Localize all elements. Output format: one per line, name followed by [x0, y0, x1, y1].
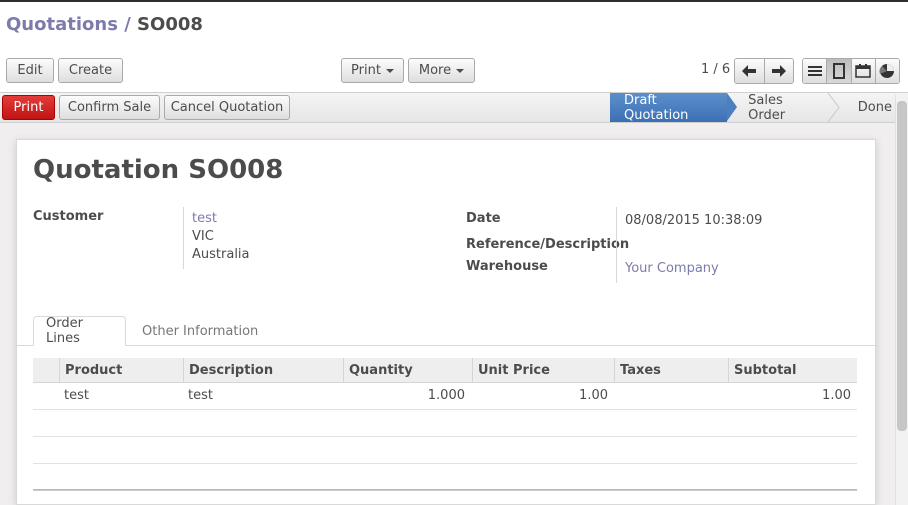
- cell-subtotal: 1.00: [822, 388, 851, 403]
- chevron-down-icon: [385, 68, 394, 73]
- stage-sales-order-label: Sales Order: [748, 92, 786, 123]
- table-row-empty[interactable]: [33, 437, 857, 464]
- status-stages: Draft Quotation Sales Order Done: [610, 92, 908, 123]
- order-lines-table: Product Description Quantity Unit Price …: [33, 358, 857, 491]
- more-dropdown-label: More: [418, 63, 452, 78]
- print-dropdown-label: Print: [351, 63, 381, 78]
- column-header-description[interactable]: Description: [183, 358, 273, 383]
- print-dropdown-button[interactable]: Print: [341, 58, 404, 83]
- cell-description: test: [188, 388, 213, 403]
- page-title-reference: SO008: [188, 155, 284, 185]
- list-view-icon: [807, 66, 822, 76]
- breadcrumb-current: SO008: [137, 14, 203, 35]
- warehouse-link[interactable]: Your Company: [625, 261, 719, 276]
- pager-value: 1 / 6: [701, 62, 731, 77]
- more-dropdown-button[interactable]: More: [408, 58, 475, 83]
- warehouse-label: Warehouse: [466, 259, 548, 274]
- arrow-left-icon: [742, 65, 757, 77]
- view-switcher: [802, 58, 900, 84]
- column-header-quantity[interactable]: Quantity: [343, 358, 413, 383]
- breadcrumb-quotations-link[interactable]: Quotations: [6, 14, 118, 35]
- edit-button[interactable]: Edit: [6, 58, 54, 83]
- create-button[interactable]: Create: [58, 58, 123, 83]
- table-footer: [33, 489, 857, 491]
- column-header-product[interactable]: Product: [59, 358, 122, 383]
- stage-sales-order[interactable]: Sales Order: [727, 92, 840, 123]
- reference-label: Reference/Description: [466, 237, 630, 252]
- pager-next-button[interactable]: [763, 59, 793, 83]
- table-row[interactable]: test test 1.000 1.00 1.00: [33, 383, 857, 410]
- stage-draft-quotation-label: Draft Quotation: [624, 92, 689, 123]
- pager-buttons: [734, 58, 794, 84]
- table-row-empty[interactable]: [33, 410, 857, 437]
- graph-view-icon: [879, 64, 895, 78]
- cell-unit-price: 1.00: [579, 388, 608, 403]
- stage-draft-quotation[interactable]: Draft Quotation: [610, 92, 738, 123]
- date-value[interactable]: 08/08/2015 10:38:09: [625, 213, 762, 228]
- cancel-quotation-button[interactable]: Cancel Quotation: [164, 95, 290, 120]
- scrollbar-thumb[interactable]: [897, 101, 907, 431]
- calendar-view-button[interactable]: [850, 59, 875, 83]
- column-header-taxes[interactable]: Taxes: [614, 358, 661, 383]
- page-title-prefix: Quotation: [33, 155, 180, 185]
- column-header-subtotal[interactable]: Subtotal: [728, 358, 797, 383]
- date-label: Date: [466, 211, 501, 226]
- customer-divider: [183, 207, 184, 269]
- stage-done-label: Done: [857, 100, 892, 115]
- stage-divider-icon: [827, 93, 840, 122]
- info-divider: [616, 207, 617, 283]
- customer-state: VIC: [192, 229, 214, 244]
- breadcrumb-separator: /: [124, 14, 131, 35]
- calendar-view-icon: [855, 64, 871, 78]
- breadcrumb: Quotations / SO008: [6, 14, 203, 35]
- list-view-button[interactable]: [803, 59, 827, 83]
- page-title: Quotation SO008: [33, 155, 283, 185]
- form-view-button[interactable]: [826, 59, 851, 83]
- pager-previous-button[interactable]: [735, 59, 764, 83]
- customer-name-link[interactable]: test: [192, 211, 217, 226]
- status-bar: Print Confirm Sale Cancel Quotation Draf…: [0, 92, 908, 123]
- chevron-down-icon: [456, 68, 465, 73]
- tab-order-lines[interactable]: Order Lines: [33, 316, 126, 346]
- cell-product: test: [64, 388, 89, 403]
- form-view-icon: [832, 63, 845, 79]
- print-button[interactable]: Print: [2, 95, 55, 120]
- control-panel: Quotations / SO008 Edit Create Print Mor…: [0, 2, 908, 92]
- cell-quantity: 1.000: [427, 388, 465, 403]
- confirm-sale-button[interactable]: Confirm Sale: [59, 95, 160, 120]
- tab-other-information[interactable]: Other Information: [130, 316, 270, 346]
- arrow-right-icon: [771, 65, 786, 77]
- graph-view-button[interactable]: [874, 59, 899, 83]
- column-header-unit-price[interactable]: Unit Price: [472, 358, 550, 383]
- page-scrollbar[interactable]: [895, 95, 908, 505]
- form-sheet: Quotation SO008 Customer test VIC Austra…: [16, 139, 876, 505]
- customer-label: Customer: [33, 209, 104, 224]
- customer-country: Australia: [192, 247, 250, 262]
- table-header: Product Description Quantity Unit Price …: [33, 358, 857, 383]
